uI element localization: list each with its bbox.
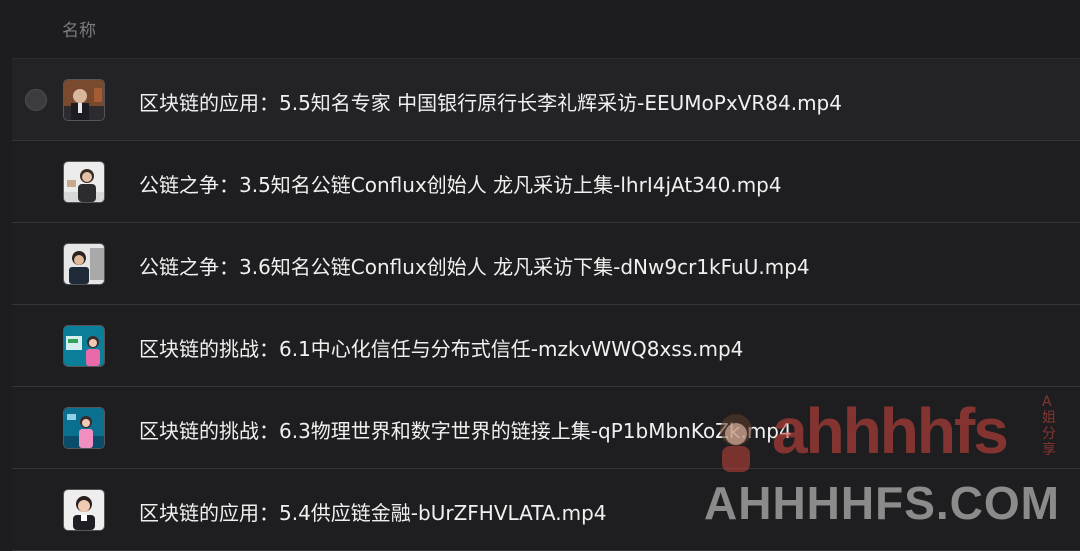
mascot-icon xyxy=(720,414,752,472)
file-name[interactable]: 公链之争：3.5知名公链Conflux创始人 龙凡采访上集-lhrI4jAt34… xyxy=(139,169,782,198)
watermark-logo-sub: A姐分享 xyxy=(1042,394,1056,458)
file-name[interactable]: 区块链的应用：5.5知名专家 中国银行原行长李礼辉采访-EEUMoPxVR84.… xyxy=(139,87,842,116)
file-name[interactable]: 区块链的挑战：6.1中心化信任与分布式信任-mzkvWWQ8xss.mp4 xyxy=(139,333,743,362)
file-name[interactable]: 区块链的应用：5.4供应链金融-bUrZFHVLATA.mp4 xyxy=(139,497,607,526)
name-column-header[interactable]: 名称 xyxy=(62,16,96,41)
file-row[interactable]: 公链之争：3.6知名公链Conflux创始人 龙凡采访下集-dNw9cr1kFu… xyxy=(12,223,1080,305)
video-thumbnail xyxy=(63,325,105,367)
file-name[interactable]: 区块链的挑战：6.3物理世界和数字世界的链接上集-qP1bMbnKoZk.mp4 xyxy=(139,415,792,444)
video-thumbnail xyxy=(63,79,105,121)
file-name[interactable]: 公链之争：3.6知名公链Conflux创始人 龙凡采访下集-dNw9cr1kFu… xyxy=(139,251,810,280)
file-row[interactable]: 公链之争：3.5知名公链Conflux创始人 龙凡采访上集-lhrI4jAt34… xyxy=(12,141,1080,223)
watermark-site: AHHHHFS.COM xyxy=(704,477,1060,529)
file-row[interactable]: 区块链的应用：5.5知名专家 中国银行原行长李礼辉采访-EEUMoPxVR84.… xyxy=(12,58,1080,141)
select-radio[interactable] xyxy=(25,89,47,111)
video-thumbnail xyxy=(63,161,105,203)
file-list-header: 名称 xyxy=(0,0,1080,56)
watermark-logo-text: ahhhhfs xyxy=(772,395,1009,467)
file-row[interactable]: 区块链的挑战：6.1中心化信任与分布式信任-mzkvWWQ8xss.mp4 xyxy=(12,305,1080,387)
video-thumbnail xyxy=(63,489,105,531)
video-thumbnail xyxy=(63,407,105,449)
video-thumbnail xyxy=(63,243,105,285)
watermark-logo: ahhhhfs A姐分享 xyxy=(712,394,1072,478)
